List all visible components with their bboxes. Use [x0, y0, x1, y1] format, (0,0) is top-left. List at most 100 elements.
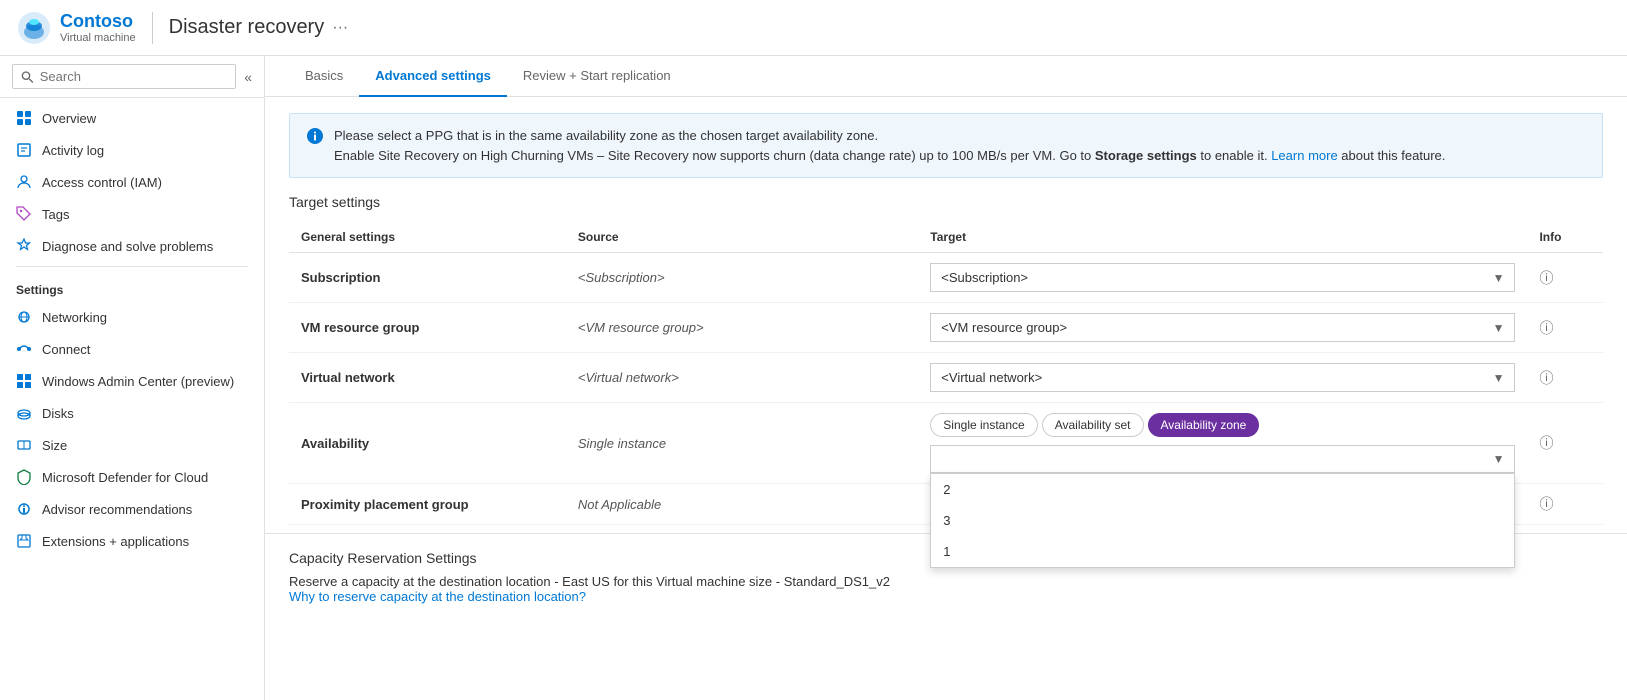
tab-review[interactable]: Review + Start replication — [507, 56, 687, 97]
availability-zone-option-3[interactable]: 3 — [931, 505, 1514, 536]
access-control-label: Access control (IAM) — [42, 175, 162, 190]
more-options-icon[interactable]: ··· — [332, 19, 348, 37]
disks-icon — [16, 405, 32, 421]
sidebar-item-defender[interactable]: Microsoft Defender for Cloud — [0, 461, 264, 493]
availability-zone-dropdown-list: 2 3 1 — [930, 473, 1515, 568]
availability-zone-option-2[interactable]: 2 — [931, 474, 1514, 505]
proximity-placement-group-source: Not Applicable — [578, 497, 661, 512]
access-control-icon — [16, 174, 32, 190]
proximity-placement-group-info-icon[interactable]: ⓘ — [1539, 496, 1553, 512]
resource-type: Virtual machine — [60, 32, 136, 44]
tab-basics[interactable]: Basics — [289, 56, 359, 97]
virtual-network-info-icon[interactable]: ⓘ — [1539, 370, 1553, 386]
col-header-general: General settings — [289, 222, 566, 253]
info-banner-icon — [306, 127, 324, 165]
availability-zone-dropdown[interactable]: ▼ — [930, 445, 1515, 473]
learn-more-link[interactable]: Learn more — [1271, 148, 1337, 163]
collapse-sidebar-button[interactable]: « — [244, 69, 252, 85]
networking-label: Networking — [42, 310, 107, 325]
vm-resource-group-info-icon[interactable]: ⓘ — [1539, 320, 1553, 336]
info-banner: Please select a PPG that is in the same … — [289, 113, 1603, 178]
search-box[interactable] — [12, 64, 236, 89]
avail-single-instance-btn[interactable]: Single instance — [930, 413, 1037, 437]
target-settings-title: Target settings — [289, 194, 1603, 210]
size-label: Size — [42, 438, 67, 453]
subscription-dropdown-arrow: ▼ — [1493, 271, 1505, 285]
col-header-info: Info — [1527, 222, 1603, 253]
sidebar-item-overview[interactable]: Overview — [0, 102, 264, 134]
table-row-virtual-network: Virtual network <Virtual network> <Virtu… — [289, 353, 1603, 403]
vm-resource-group-source: <VM resource group> — [578, 320, 704, 335]
tab-advanced-settings[interactable]: Advanced settings — [359, 56, 507, 97]
sidebar-item-activity-log[interactable]: Activity log — [0, 134, 264, 166]
connect-label: Connect — [42, 342, 90, 357]
availability-zone-arrow: ▼ — [1493, 452, 1505, 466]
sidebar-item-windows-admin[interactable]: Windows Admin Center (preview) — [0, 365, 264, 397]
sidebar-item-size[interactable]: Size — [0, 429, 264, 461]
size-icon — [16, 437, 32, 453]
vm-resource-group-label: VM resource group — [301, 320, 419, 335]
sidebar-item-extensions[interactable]: Extensions + applications — [0, 525, 264, 557]
networking-icon — [16, 309, 32, 325]
availability-zone-dropdown-container: ▼ 2 3 1 — [930, 445, 1515, 473]
availability-zone-option-1[interactable]: 1 — [931, 536, 1514, 567]
table-row-vm-resource-group: VM resource group <VM resource group> <V… — [289, 303, 1603, 353]
capacity-link[interactable]: Why to reserve capacity at the destinati… — [289, 589, 586, 604]
subscription-dropdown[interactable]: <Subscription> ▼ — [930, 263, 1515, 292]
virtual-network-dropdown[interactable]: <Virtual network> ▼ — [930, 363, 1515, 392]
sidebar-item-tags[interactable]: Tags — [0, 198, 264, 230]
header-divider — [152, 12, 153, 44]
table-row-availability: Availability Single instance Single inst… — [289, 403, 1603, 484]
windows-admin-label: Windows Admin Center (preview) — [42, 374, 234, 389]
defender-icon — [16, 469, 32, 485]
subscription-dropdown-value: <Subscription> — [941, 270, 1028, 285]
subscription-source: <Subscription> — [578, 270, 665, 285]
sidebar-item-connect[interactable]: Connect — [0, 333, 264, 365]
banner-suffix: about this feature. — [1338, 148, 1446, 163]
storage-settings-link[interactable]: Storage settings — [1095, 148, 1197, 163]
activity-log-label: Activity log — [42, 143, 104, 158]
advisor-label: Advisor recommendations — [42, 502, 192, 517]
subscription-label: Subscription — [301, 270, 380, 285]
banner-text: Please select a PPG that is in the same … — [334, 126, 1445, 165]
capacity-description: Reserve a capacity at the destination lo… — [289, 574, 1603, 589]
extensions-label: Extensions + applications — [42, 534, 189, 549]
diagnose-label: Diagnose and solve problems — [42, 239, 213, 254]
settings-table: General settings Source Target Info Subs… — [289, 222, 1603, 525]
availability-label: Availability — [301, 436, 369, 451]
virtual-network-label: Virtual network — [301, 370, 395, 385]
overview-icon — [16, 110, 32, 126]
sidebar-item-access-control[interactable]: Access control (IAM) — [0, 166, 264, 198]
disks-label: Disks — [42, 406, 74, 421]
activity-log-icon — [16, 142, 32, 158]
banner-line1: Please select a PPG that is in the same … — [334, 128, 878, 143]
main-content: Basics Advanced settings Review + Start … — [265, 56, 1627, 700]
avail-availability-zone-btn[interactable]: Availability zone — [1148, 413, 1260, 437]
availability-source: Single instance — [578, 436, 666, 451]
virtual-network-dropdown-value: <Virtual network> — [941, 370, 1042, 385]
sidebar-item-advisor[interactable]: Advisor recommendations — [0, 493, 264, 525]
banner-after-link: to enable it. — [1197, 148, 1271, 163]
avail-availability-set-btn[interactable]: Availability set — [1042, 413, 1144, 437]
sidebar-item-diagnose[interactable]: Diagnose and solve problems — [0, 230, 264, 262]
advisor-icon — [16, 501, 32, 517]
sidebar-item-networking[interactable]: Networking — [0, 301, 264, 333]
vm-resource-group-dropdown-value: <VM resource group> — [941, 320, 1067, 335]
search-input[interactable] — [40, 69, 227, 84]
vm-resource-group-dropdown[interactable]: <VM resource group> ▼ — [930, 313, 1515, 342]
virtual-network-source: <Virtual network> — [578, 370, 679, 385]
extensions-icon — [16, 533, 32, 549]
subscription-info-icon[interactable]: ⓘ — [1539, 270, 1553, 286]
tags-label: Tags — [42, 207, 69, 222]
availability-info-icon[interactable]: ⓘ — [1539, 435, 1553, 451]
settings-divider — [16, 266, 248, 267]
sidebar-item-disks[interactable]: Disks — [0, 397, 264, 429]
col-header-source: Source — [566, 222, 918, 253]
page-title: Disaster recovery — [169, 16, 325, 39]
defender-label: Microsoft Defender for Cloud — [42, 470, 208, 485]
settings-section-label: Settings — [0, 271, 264, 301]
proximity-placement-group-label: Proximity placement group — [301, 497, 469, 512]
diagnose-icon — [16, 238, 32, 254]
vm-resource-group-dropdown-arrow: ▼ — [1493, 321, 1505, 335]
virtual-network-dropdown-arrow: ▼ — [1493, 371, 1505, 385]
